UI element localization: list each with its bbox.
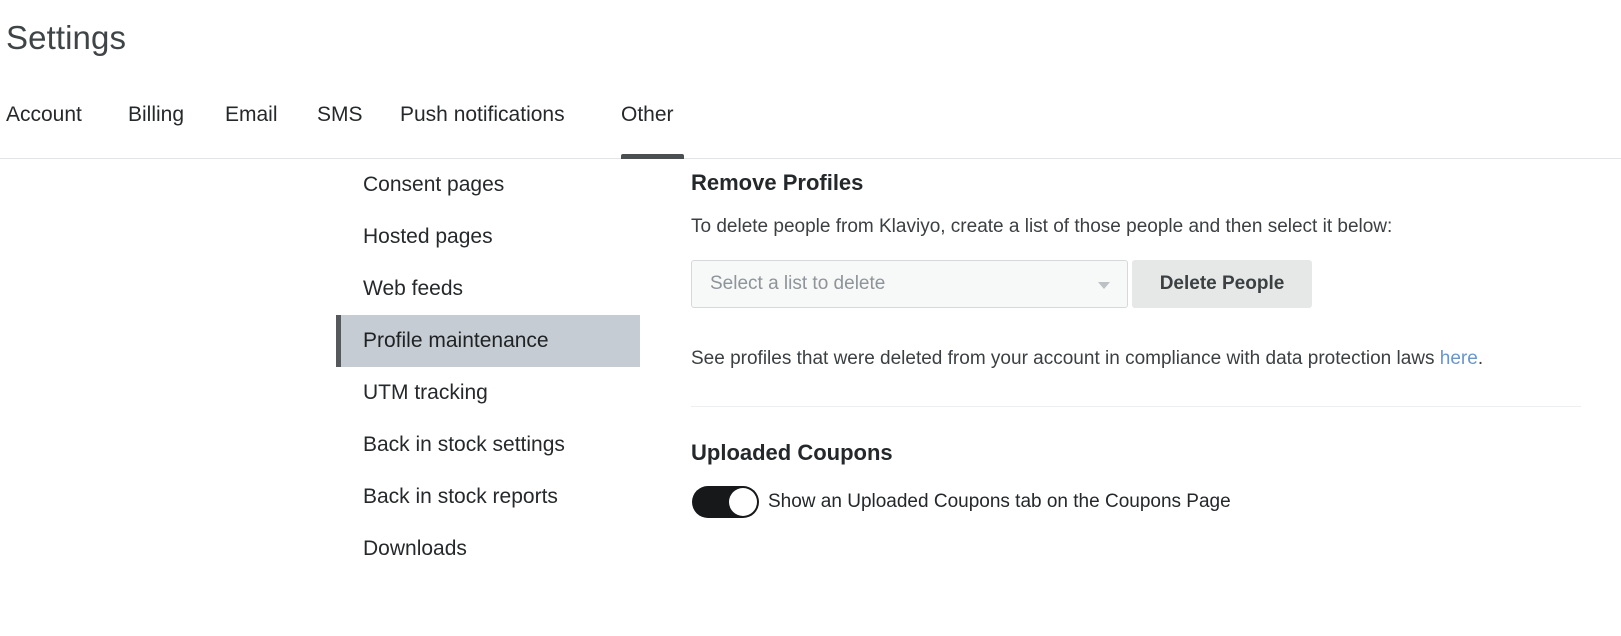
sidebar-item-label: Downloads [363, 537, 467, 560]
sidebar-item-label: Back in stock settings [363, 433, 565, 456]
sidebar-item-label: Web feeds [363, 277, 464, 300]
sidebar-item-web-feeds[interactable]: Web feeds [336, 263, 640, 315]
uploaded-coupons-section: Uploaded Coupons Show an Uploaded Coupon… [691, 439, 1581, 518]
list-select-placeholder: Select a list to delete [710, 273, 886, 294]
sidebar-item-label: Back in stock reports [363, 485, 558, 508]
list-select-dropdown[interactable]: Select a list to delete [691, 260, 1128, 308]
sidebar-item-label: Consent pages [363, 173, 505, 196]
deleted-profiles-link[interactable]: here [1440, 348, 1478, 369]
uploaded-coupons-toggle-label: Show an Uploaded Coupons tab on the Coup… [768, 491, 1231, 512]
sidebar-item-downloads[interactable]: Downloads [336, 523, 640, 575]
section-divider [691, 406, 1581, 407]
settings-content-area: Consent pages Hosted pages Web feeds Profil… [0, 159, 1621, 636]
remove-profiles-heading: Remove Profiles [691, 170, 864, 195]
sidebar-item-back-in-stock-reports[interactable]: Back in stock reports [336, 471, 640, 523]
settings-subnav: Consent pages Hosted pages Web feeds Profil… [336, 159, 640, 575]
tab-account[interactable]: Account [6, 96, 94, 159]
tab-label: Billing [128, 103, 185, 126]
tab-label: SMS [317, 103, 363, 126]
tab-label: Push notifications [400, 103, 565, 126]
remove-profiles-section: Remove Profiles To delete people from Kl… [691, 169, 1581, 369]
remove-profiles-description: To delete people from Klaviyo, create a … [691, 216, 1393, 237]
sidebar-item-profile-maintenance[interactable]: Profile maintenance [336, 315, 640, 367]
tab-label: Other [621, 103, 674, 126]
uploaded-coupons-toggle[interactable] [692, 486, 759, 518]
sidebar-item-back-in-stock-settings[interactable]: Back in stock settings [336, 419, 640, 471]
sidebar-item-label: Profile maintenance [363, 329, 549, 352]
uploaded-coupons-heading: Uploaded Coupons [691, 440, 893, 465]
tab-other[interactable]: Other [621, 96, 684, 159]
settings-tab-bar: Account Billing Email SMS Push notifications… [0, 96, 1621, 159]
sidebar-item-consent-pages[interactable]: Consent pages [336, 159, 640, 211]
tab-sms[interactable]: SMS [317, 96, 366, 159]
sidebar-item-hosted-pages[interactable]: Hosted pages [336, 211, 640, 263]
tab-label: Email [225, 103, 278, 126]
page-title: Settings [6, 19, 127, 56]
tab-label: Account [6, 103, 82, 126]
chevron-down-icon [1098, 282, 1110, 289]
deleted-profiles-note-suffix: . [1477, 348, 1484, 369]
toggle-knob-icon [729, 488, 757, 516]
deleted-profiles-note-prefix: See profiles that were deleted from your… [691, 348, 1440, 369]
sidebar-item-label: Hosted pages [363, 225, 493, 248]
tab-billing[interactable]: Billing [128, 96, 192, 159]
deleted-profiles-note: See profiles that were deleted from your… [691, 346, 1483, 372]
delete-people-button[interactable]: Delete People [1132, 260, 1312, 308]
sidebar-item-label: UTM tracking [363, 381, 488, 404]
page-header: Settings Account Billing Email SMS Push noti… [0, 0, 1621, 159]
tab-email[interactable]: Email [225, 96, 283, 159]
tab-push-notifications[interactable]: Push notifications [400, 96, 588, 159]
sidebar-item-utm-tracking[interactable]: UTM tracking [336, 367, 640, 419]
